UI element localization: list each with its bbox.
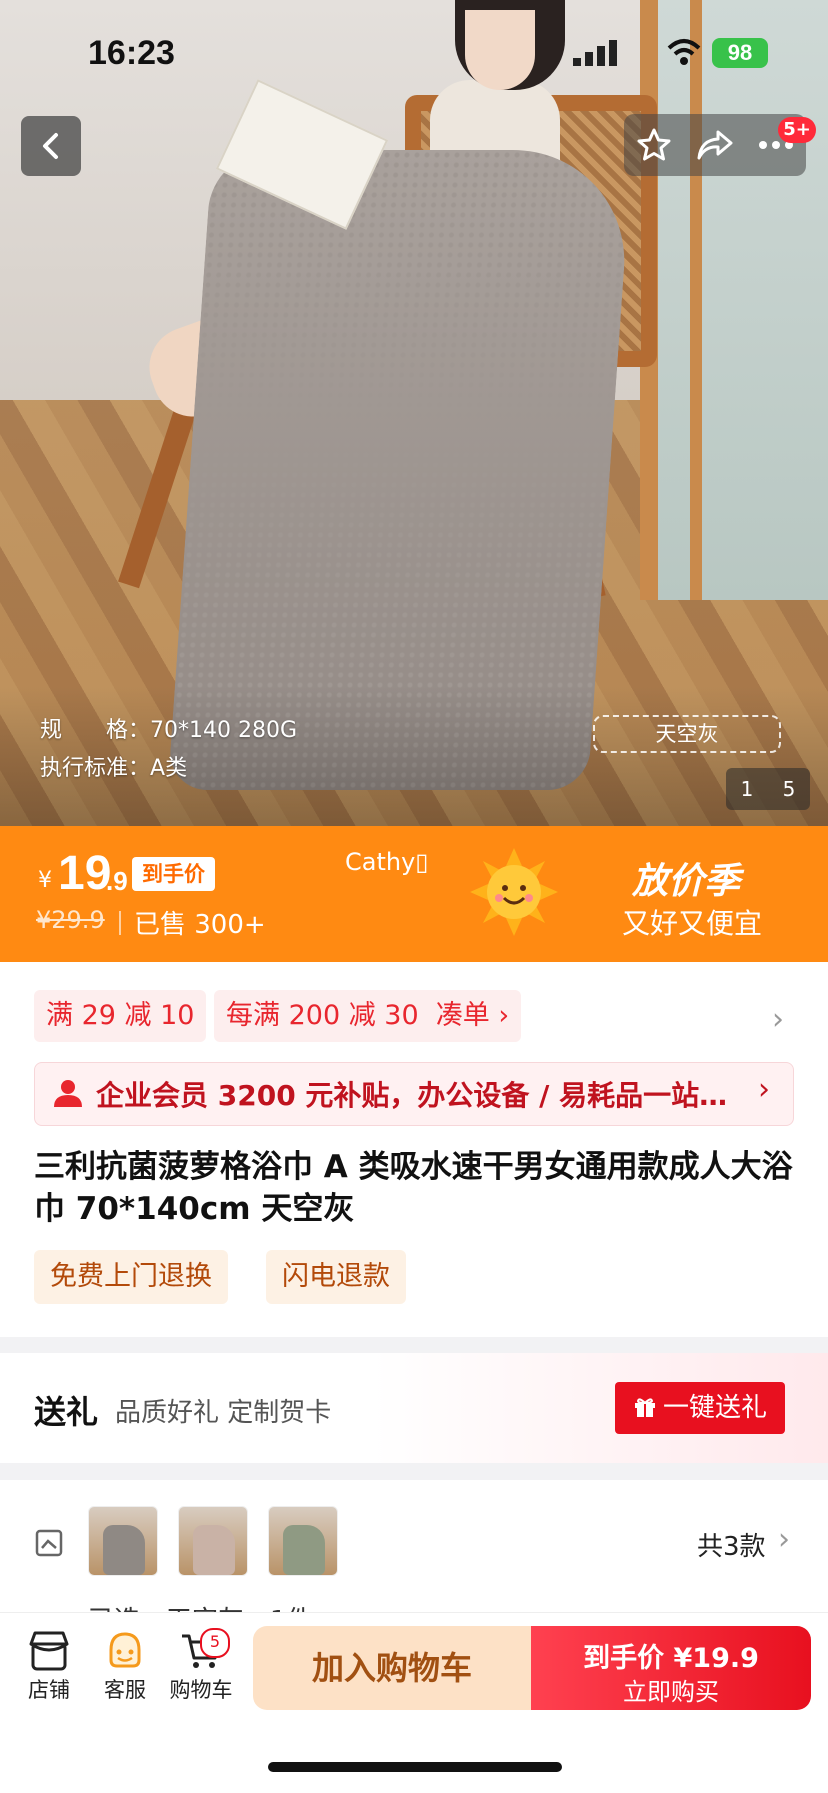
chevron-right-icon[interactable]: › (772, 1002, 784, 1037)
back-icon (43, 133, 58, 159)
hero-window-frame (690, 0, 702, 600)
variant-icon (35, 1529, 63, 1557)
promo-subtitle: 又好又便宜 (622, 907, 763, 940)
shop-button[interactable]: 店铺 (14, 1628, 84, 1704)
buy-now-button[interactable]: 到手价 ¥19.9 立即购买 (531, 1626, 811, 1710)
price-currency: ¥ (38, 868, 52, 893)
hero-window (640, 0, 828, 600)
product-title: 三利抗菌菠萝格浴巾 A 类吸水速干男女通用款成人大浴巾 70*140cm 天空灰 (34, 1149, 793, 1227)
variant-thumbnail[interactable] (178, 1506, 248, 1576)
combine-order-link[interactable]: 凑单 › (436, 1000, 509, 1031)
chevron-right-icon[interactable]: › (778, 1522, 790, 1557)
promo-title: 放价季 (632, 861, 741, 902)
sold-count: 已售 300+ (134, 910, 266, 940)
gift-title: 送礼 (34, 1393, 99, 1431)
send-gift-button[interactable]: 一键送礼 (615, 1382, 785, 1434)
variant-thumbnail[interactable] (268, 1506, 338, 1576)
message-badge: 5+ (778, 117, 816, 143)
variant-thumbnail[interactable] (88, 1506, 158, 1576)
cart-label: 购物车 (169, 1678, 233, 1702)
battery-indicator: 98 (712, 38, 768, 68)
standard-line: 执行标准：A类 (40, 756, 188, 781)
hero-person-face (465, 10, 535, 90)
shop-label: 店铺 (28, 1678, 70, 1702)
signal-icon (573, 40, 617, 66)
price-divider (119, 911, 121, 935)
add-to-cart-button[interactable]: 加入购物车 (253, 1626, 531, 1710)
back-button[interactable] (21, 116, 81, 176)
original-price: ¥29.9 (36, 906, 105, 934)
star-icon[interactable] (636, 127, 672, 163)
wifi-icon (667, 39, 701, 65)
coupon-item[interactable]: 满 29 减 10 (34, 990, 207, 1042)
share-icon[interactable] (696, 128, 734, 162)
service-tag[interactable]: 免费上门退换 (34, 1250, 228, 1304)
spec-line: 规 格：70*140 280G (40, 718, 298, 743)
coupon-item[interactable]: 每满 200 减 30 凑单 › (214, 990, 522, 1042)
service-tag[interactable]: 闪电退款 (266, 1250, 406, 1304)
shop-icon (29, 1631, 69, 1671)
chevron-right-icon[interactable]: › (758, 1072, 770, 1107)
price-integer: 19 (58, 847, 112, 900)
final-price-tag: 到手价 (132, 857, 215, 891)
cart-count-badge: 5 (200, 1628, 230, 1658)
buy-now-price: 到手价 ¥19.9 (583, 1643, 759, 1674)
service-label: 客服 (104, 1678, 146, 1702)
variant-count[interactable]: 共3款 (697, 1526, 766, 1563)
service-icon (109, 1632, 141, 1668)
vip-text: 企业会员 3200 元补贴，办公设备 / 易耗品一站… (96, 1079, 728, 1112)
price-decimal: .9 (106, 866, 128, 896)
gift-subtitle: 品质好礼 定制贺卡 (115, 1398, 332, 1428)
customer-service-button[interactable]: 客服 (90, 1628, 160, 1704)
gift-icon (634, 1398, 655, 1417)
watermark-text: Cathy▯ (345, 848, 429, 876)
color-tag: 天空灰 (593, 715, 781, 753)
image-counter: 15 (726, 768, 810, 810)
status-time: 16:23 (88, 34, 175, 72)
buy-now-label: 立即购买 (623, 1678, 719, 1706)
home-indicator[interactable] (268, 1762, 562, 1772)
user-icon (54, 1080, 82, 1107)
sun-mascot-icon (470, 848, 558, 936)
